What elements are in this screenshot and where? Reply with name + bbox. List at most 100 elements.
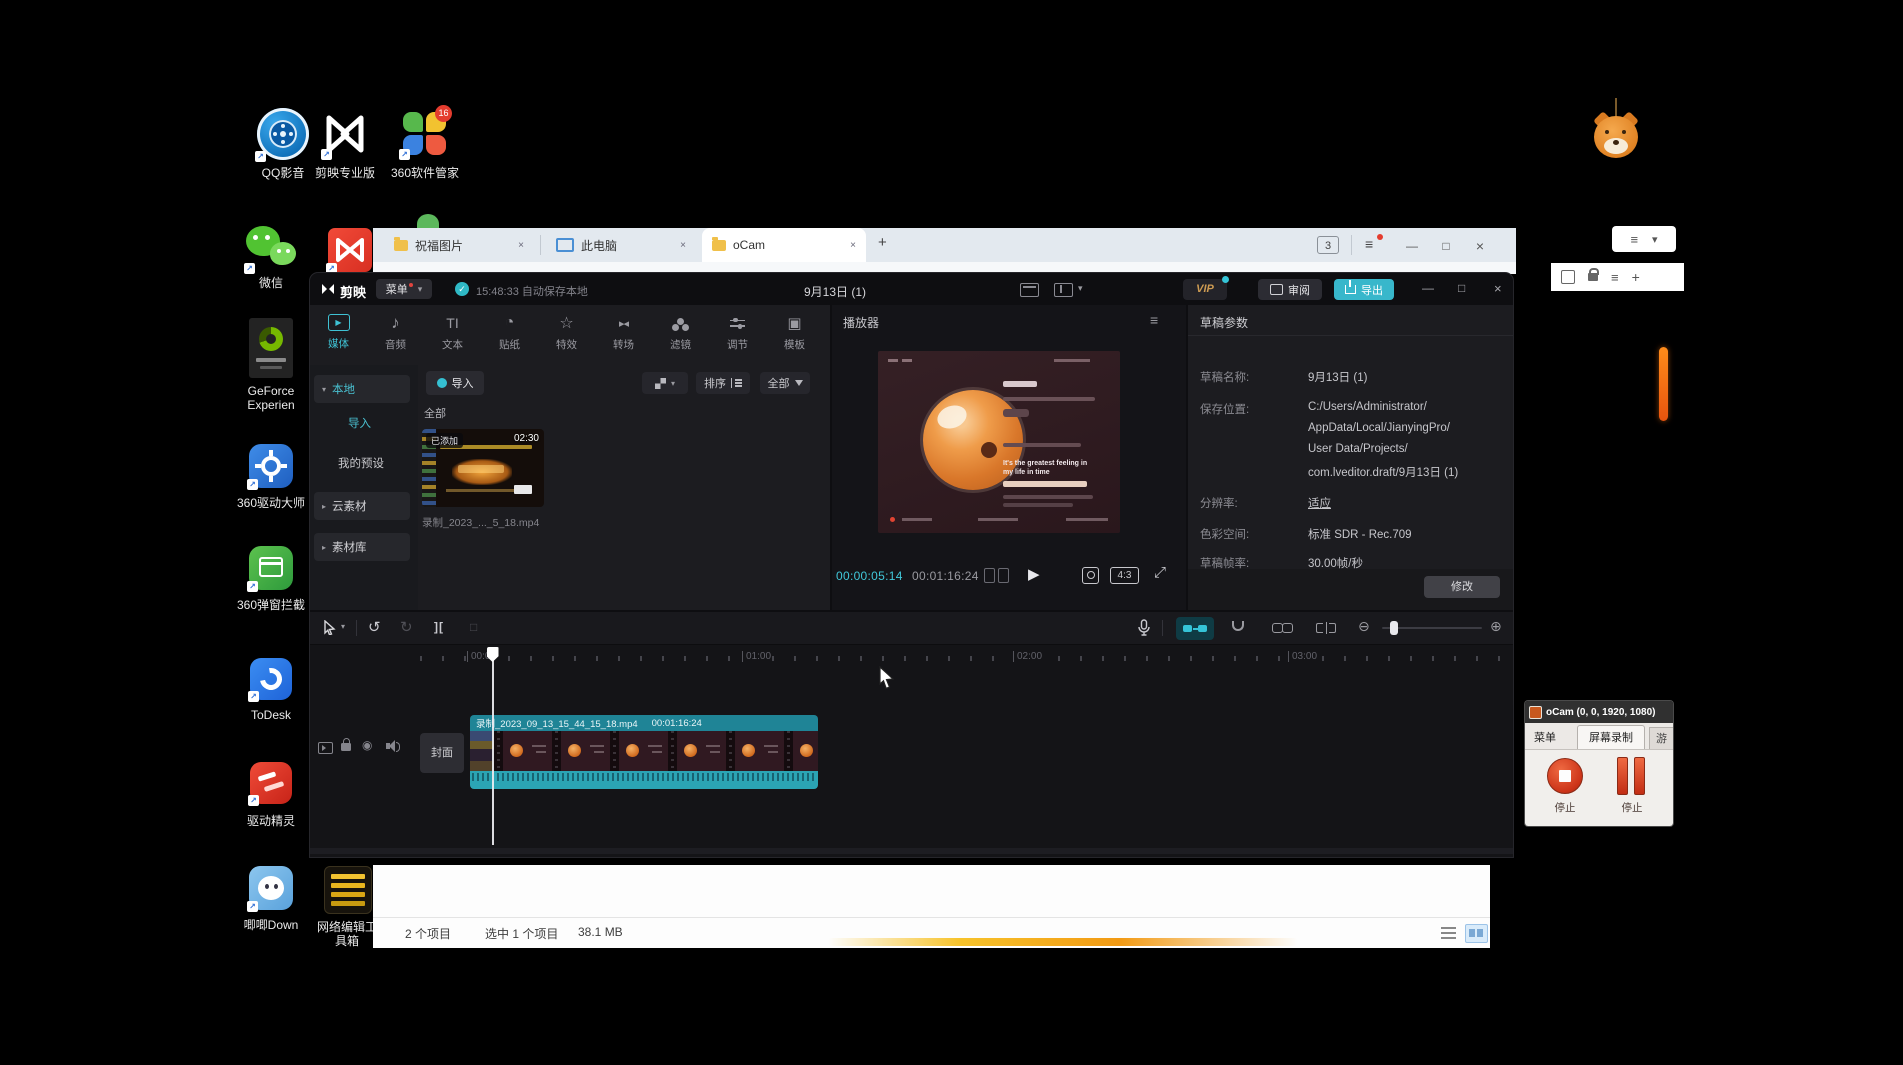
split-button[interactable]: ][: [434, 620, 444, 634]
split-preview-icon[interactable]: [1316, 622, 1336, 633]
magnet-toggle-icon[interactable]: [1232, 621, 1244, 631]
tab-ocam[interactable]: oCam ×: [702, 228, 866, 262]
jianying-app-icon[interactable]: ↗: [328, 228, 372, 272]
view-mode-button[interactable]: ▾: [642, 372, 688, 394]
window-close-button[interactable]: ×: [1466, 234, 1494, 258]
tab-media[interactable]: ▶ 媒体: [310, 305, 367, 360]
desktop-icon-geforce[interactable]: GeForce Experien: [240, 318, 302, 418]
cover-button[interactable]: 封面: [420, 733, 464, 773]
desktop-icon-360-manager[interactable]: 16 ↗ 360软件管家: [388, 108, 462, 188]
redo-button[interactable]: ↻: [400, 618, 413, 636]
track-main-icon[interactable]: [318, 742, 333, 754]
sidebar-item-import[interactable]: 导入: [348, 415, 371, 431]
ocam-titlebar[interactable]: oCam (0, 0, 1920, 1080): [1525, 701, 1673, 723]
zoom-out-icon[interactable]: ⊖: [1358, 618, 1370, 635]
chevron-down-icon[interactable]: ▾: [1078, 283, 1083, 294]
menu-icon[interactable]: ≡: [1611, 270, 1619, 285]
sidebar-item-library[interactable]: ▸ 素材库: [314, 533, 410, 561]
tab-filters[interactable]: 滤镜: [652, 305, 709, 360]
link-preview-toggle[interactable]: [1176, 617, 1214, 640]
tab-templates[interactable]: ▣ 模板: [766, 305, 823, 360]
window-minimize-button[interactable]: —: [1398, 234, 1426, 258]
grid-icon[interactable]: [1561, 270, 1575, 284]
geforce-icon: [249, 318, 293, 378]
ocam-pause-button[interactable]: [1617, 757, 1647, 795]
fullscreen-icon[interactable]: ⤢: [1154, 564, 1166, 581]
track-mute-icon[interactable]: [386, 740, 400, 752]
track-visibility-icon[interactable]: ◉: [362, 738, 372, 752]
tab-count-badge[interactable]: 3: [1317, 236, 1339, 254]
tab-adjust[interactable]: 调节: [709, 305, 766, 360]
record-voiceover-icon[interactable]: [1138, 619, 1150, 636]
review-button[interactable]: 审阅: [1258, 279, 1322, 300]
desktop-icon-jianying[interactable]: ↗ 剪映专业版: [308, 108, 382, 188]
aspect-ratio-button[interactable]: 4:3: [1110, 567, 1139, 584]
desktop-icon-jijidown[interactable]: ↗ 唧唧Down: [238, 866, 304, 946]
window-maximize-button[interactable]: □: [1432, 234, 1460, 258]
prev-frame-icon[interactable]: [984, 568, 995, 583]
param-resolution-value[interactable]: 适应: [1308, 495, 1331, 511]
delete-button[interactable]: □: [470, 620, 477, 634]
timeline-clip[interactable]: 录制_2023_09_13_15_44_15_18.mp4 00:01:16:2…: [470, 715, 818, 789]
desktop-icon-drive-genius[interactable]: ↗ 驱动精灵: [240, 762, 302, 852]
ocam-tab-partial[interactable]: 游: [1649, 727, 1674, 749]
timeline-zoom-knob[interactable]: [1390, 621, 1398, 635]
tab-close-icon[interactable]: ×: [518, 240, 524, 251]
media-clip-card[interactable]: 已添加 02:30: [422, 429, 544, 507]
browser-menu-icon[interactable]: ≡: [1365, 236, 1373, 252]
sort-button[interactable]: 排序: [696, 372, 750, 394]
tab-sticker[interactable]: ◔ 贴纸: [481, 305, 538, 360]
new-tab-button[interactable]: +: [878, 234, 887, 251]
ocam-menu[interactable]: 菜单: [1534, 729, 1556, 745]
select-tool-icon[interactable]: [323, 620, 336, 635]
tab-this-pc[interactable]: 此电脑 ×: [546, 228, 696, 262]
modify-button[interactable]: 修改: [1424, 576, 1500, 598]
video-preview[interactable]: It's the greatest feeling in my life in …: [878, 351, 1120, 533]
track-lock-icon[interactable]: [341, 743, 351, 751]
menu-button[interactable]: 菜单 ▾: [376, 279, 432, 299]
thumbnail-view-icon[interactable]: [1465, 924, 1488, 943]
add-icon[interactable]: +: [1632, 269, 1640, 285]
desktop-icon-network-toolbox[interactable]: 网络编辑工具箱: [314, 866, 380, 962]
desktop-icon-360-popup-blocker[interactable]: ↗ 360弹窗拦截: [240, 546, 302, 638]
player-menu-icon[interactable]: ≡: [1150, 312, 1158, 328]
link-clips-icon[interactable]: [1272, 623, 1292, 632]
ocam-stop-button[interactable]: [1547, 758, 1583, 794]
orange-scrollbar[interactable]: [1659, 347, 1668, 421]
ocam-tab-screen-record[interactable]: 屏幕录制: [1577, 725, 1645, 749]
layout-view-icon[interactable]: [1054, 283, 1073, 297]
board-view-icon[interactable]: [1020, 283, 1039, 297]
fit-frame-icon[interactable]: [1082, 567, 1099, 584]
undo-button[interactable]: ↺: [368, 618, 381, 636]
vip-button[interactable]: VIP: [1183, 279, 1227, 300]
tab-close-icon[interactable]: ×: [680, 240, 686, 251]
menu-icon[interactable]: ≡: [1630, 232, 1638, 247]
sidebar-item-presets[interactable]: 我的预设: [338, 455, 384, 471]
jy-close-button[interactable]: ×: [1494, 281, 1502, 296]
lock-icon[interactable]: [1588, 273, 1598, 281]
tab-text[interactable]: TI 文本: [424, 305, 481, 360]
playhead-line[interactable]: [492, 650, 494, 845]
chevron-down-icon[interactable]: ▾: [1652, 233, 1658, 246]
jy-maximize-button[interactable]: □: [1458, 281, 1465, 295]
import-button[interactable]: 导入: [426, 371, 484, 395]
list-view-icon[interactable]: [1441, 927, 1456, 939]
sidebar-item-local[interactable]: ▾ 本地: [314, 375, 410, 403]
timeline-scrollbar[interactable]: [310, 848, 1513, 854]
export-button[interactable]: 导出: [1334, 279, 1394, 300]
tab-effects[interactable]: ☆ 特效: [538, 305, 595, 360]
tab-audio[interactable]: ♪ 音频: [367, 305, 424, 360]
jy-minimize-button[interactable]: —: [1422, 281, 1434, 295]
tab-close-icon[interactable]: ×: [850, 240, 856, 251]
desktop-icon-360-driver[interactable]: ↗ 360驱动大师: [240, 444, 302, 532]
tab-transitions[interactable]: ▸◂ 转场: [595, 305, 652, 360]
next-frame-icon[interactable]: [998, 568, 1009, 583]
filter-button[interactable]: 全部: [760, 372, 810, 394]
play-button[interactable]: ▶: [1028, 565, 1040, 583]
zoom-in-icon[interactable]: ⊕: [1490, 618, 1502, 635]
tab-blessing-images[interactable]: 祝福图片 ×: [384, 228, 534, 262]
sidebar-item-cloud[interactable]: ▸ 云素材: [314, 492, 410, 520]
select-tool-chevron-icon[interactable]: ▾: [341, 622, 345, 631]
desktop-icon-todesk[interactable]: ↗ ToDesk: [240, 658, 302, 742]
desktop-icon-wechat[interactable]: ↗ 微信: [240, 224, 302, 294]
